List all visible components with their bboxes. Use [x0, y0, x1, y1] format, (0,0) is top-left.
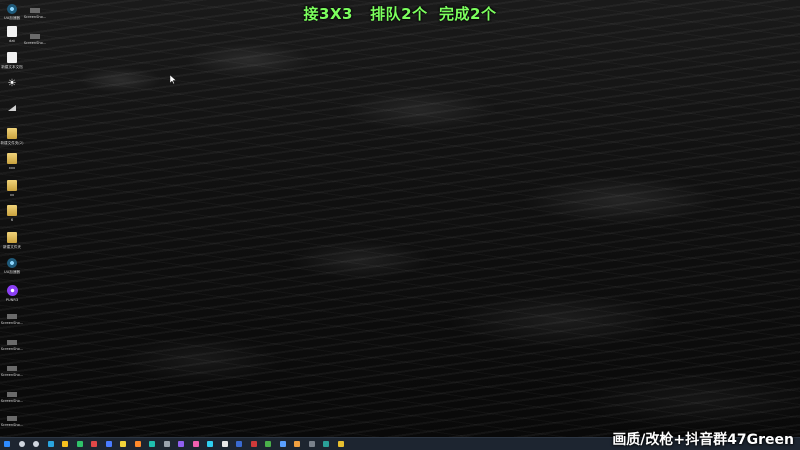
desktop-wallpaper [0, 0, 800, 437]
shot-icon [7, 416, 17, 421]
desktop-icon-label: UU加速器 [3, 270, 21, 274]
desktop-icon-label: 新建文本文档 [1, 65, 23, 69]
taskbar-app-blue3-icon[interactable] [279, 441, 286, 447]
desktop-icon-new-text[interactable]: 新建文本文档 [0, 52, 25, 70]
screenshot-file-icon [30, 34, 40, 39]
folder-icon [7, 232, 17, 243]
desktop-icon-label: 6 [10, 218, 14, 222]
folder-icon [7, 153, 17, 164]
desktop-icon-label: ScreenSho... [0, 399, 24, 403]
desktop-icon-folder-1[interactable]: 新建文件夹(2) [0, 128, 25, 146]
desktop-icon-folder-4[interactable]: 6 [0, 205, 25, 223]
desktop-icon-label: ScreenSho... [0, 347, 24, 351]
taskbar-search-icon[interactable] [18, 441, 25, 447]
desktop-icon-shot-d[interactable]: ScreenSho... [0, 388, 25, 404]
desktop-icon-folder-3[interactable]: xx [0, 180, 25, 198]
desktop-icon-label: 新建文件夹 [3, 245, 21, 249]
taskbar-app-orange2-icon[interactable] [294, 441, 300, 447]
desktop-icon-app-2[interactable]: UU加速器 [0, 258, 25, 275]
desktop-icon-label: ScreenSho... [0, 321, 24, 325]
taskbar-app-teal-icon[interactable] [149, 441, 155, 447]
desktop-icon-folder-2[interactable]: xxx [0, 153, 25, 171]
taskbar-task-view-icon[interactable] [33, 441, 39, 447]
purple-icon [6, 285, 18, 296]
taskbar-app-yellow2-icon[interactable] [337, 441, 344, 447]
shot-icon [7, 392, 17, 397]
desktop-icon-label: ScreenSho... [0, 423, 24, 427]
taskbar-app-gray-icon[interactable] [163, 441, 170, 447]
file-icon [7, 26, 17, 37]
taskbar-app-yellow-icon[interactable] [120, 441, 126, 447]
desktop-icon-sun[interactable]: ☀ [0, 78, 25, 91]
desktop-icon-shot-e[interactable]: ScreenSho... [0, 412, 25, 428]
taskbar-app-cyan-icon[interactable] [207, 441, 213, 447]
taskbar-app-red-icon[interactable] [91, 441, 97, 447]
taskbar-app-green2-icon[interactable] [265, 441, 271, 447]
taskbar-app-pink-icon[interactable] [192, 441, 199, 447]
taskbar-app-blue-icon[interactable] [105, 441, 112, 447]
desktop-icon-purple-app[interactable]: PUNR3 [0, 285, 25, 303]
folder-icon [7, 180, 17, 191]
folder-icon [7, 205, 17, 216]
overlay-status-title: 接3X3 排队2个 完成2个 [303, 5, 497, 23]
taskbar-app-gray2-icon[interactable] [308, 441, 315, 447]
desktop-icon-signal[interactable] [0, 101, 25, 113]
round-app-icon [7, 258, 17, 268]
taskbar-start-icon[interactable] [4, 441, 10, 447]
folder-icon [7, 128, 17, 139]
signal-icon [8, 105, 16, 111]
desktop-icon-label: 新建文件夹(2) [0, 141, 24, 145]
taskbar-chrome-icon[interactable] [62, 441, 68, 447]
taskbar-app-teal2-icon[interactable] [323, 441, 329, 447]
taskbar-app-purple-icon[interactable] [178, 441, 184, 447]
mouse-cursor-icon [170, 75, 176, 84]
taskbar-app-orange-icon[interactable] [134, 441, 141, 447]
sun-icon: ☀ [7, 78, 17, 89]
taskbar-app-white-icon[interactable] [221, 441, 228, 447]
desktop-icon-folder-5[interactable]: 新建文件夹 [0, 232, 25, 250]
desktop-icon-shot-c[interactable]: ScreenSho... [0, 362, 25, 378]
desktop-icon-label: xx [9, 193, 15, 197]
watermark-text: 画质/改枪+抖音群47Green [612, 432, 794, 448]
desktop-icon-label: PUNR3 [5, 298, 19, 302]
desktop-icon-shot-top2[interactable]: ScreenSho... [22, 30, 48, 46]
taskbar-app-green-icon[interactable] [76, 441, 83, 447]
taskbar-app-blue2-icon[interactable] [236, 441, 242, 447]
taskbar-app-red2-icon[interactable] [250, 441, 257, 447]
shot-icon [7, 314, 17, 319]
desktop-icon-shot-a[interactable]: ScreenSho... [0, 310, 25, 326]
file-icon [7, 52, 17, 63]
shot-icon [7, 340, 17, 345]
taskbar-edge-icon[interactable] [47, 441, 54, 447]
shot-icon [7, 366, 17, 371]
desktop-icon-label: xxx [8, 166, 16, 170]
desktop-icon-label: ScreenSho... [0, 373, 24, 377]
desktop-icon-shot-b[interactable]: ScreenSho... [0, 336, 25, 352]
desktop-icon-label: ScreenSho... [23, 41, 47, 45]
